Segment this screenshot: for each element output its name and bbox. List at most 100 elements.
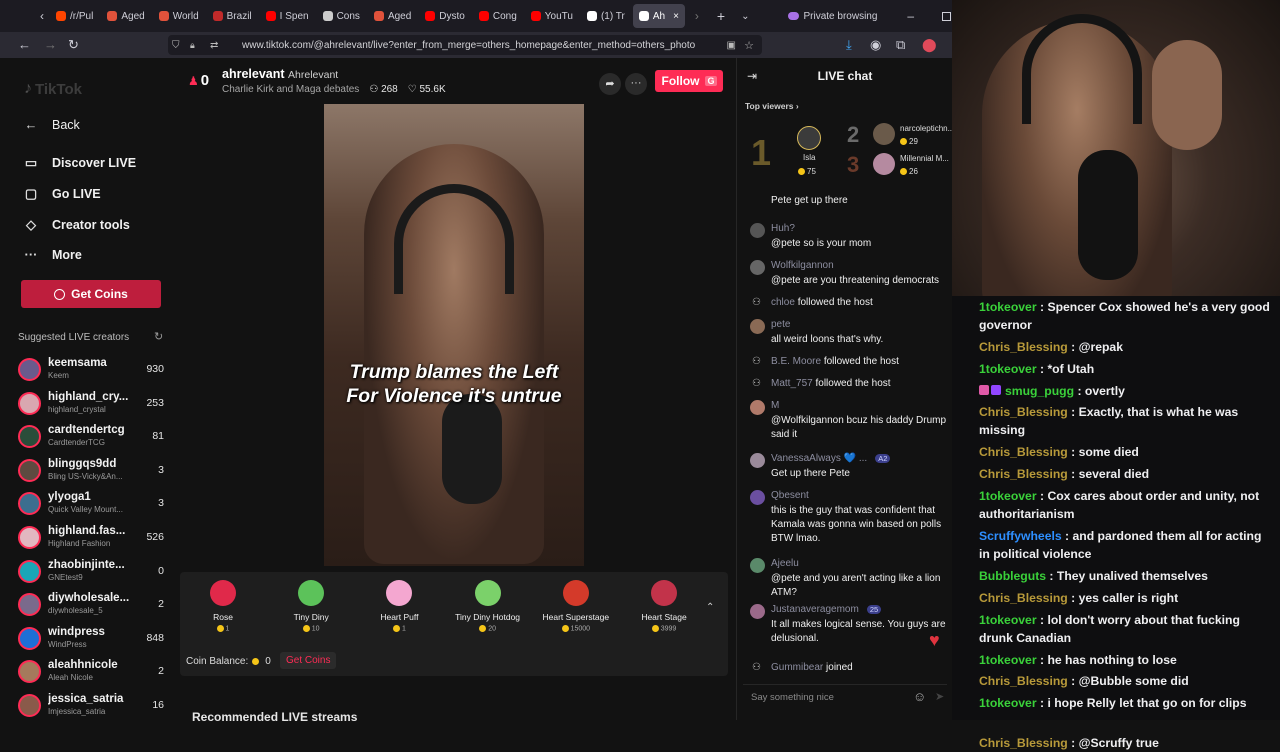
chat-username[interactable]: Matt_757 <box>771 378 813 389</box>
gift-item[interactable]: Heart Stage 3999 <box>624 580 704 632</box>
chat-username[interactable]: Huh? <box>771 223 795 234</box>
reload-icon[interactable]: ↻ <box>68 37 79 53</box>
browser-tab[interactable]: Aged <box>368 4 417 28</box>
browser-tab[interactable]: Ah × <box>632 4 685 28</box>
browser-tab[interactable]: Dysto <box>419 4 471 28</box>
top-viewer-1[interactable]: 1 Isla 75 <box>751 124 841 180</box>
browser-tab[interactable]: Cong <box>473 4 523 28</box>
permissions-icon[interactable]: ⇄ <box>210 40 218 51</box>
account-icon[interactable]: ◉ <box>870 37 881 53</box>
list-tabs-icon[interactable]: ⌄ <box>733 11 757 22</box>
browser-tab[interactable]: YouTu <box>525 4 579 28</box>
chat-username[interactable]: Ajeelu <box>771 558 799 569</box>
browser-tab[interactable]: World <box>153 4 205 28</box>
sidebar-item-label: Creator tools <box>52 218 130 232</box>
coin-icon <box>54 288 66 300</box>
chat-username[interactable]: chloe <box>771 297 795 308</box>
chat-username[interactable]: M <box>771 400 779 411</box>
gift-item[interactable]: Heart Superstage 15000 <box>536 580 616 632</box>
suggested-creator[interactable]: highland_cry... highland_crystal 253 <box>18 388 168 420</box>
gift-item[interactable]: Tiny Diny Hotdog 20 <box>448 580 528 632</box>
live-video[interactable]: Trump blames the Left For Violence it's … <box>324 104 584 566</box>
suggested-creator[interactable]: highland.fas... Highland Fashion 526 <box>18 522 168 554</box>
gift-icon <box>474 580 501 606</box>
reader-view-icon[interactable]: ▣ <box>727 40 736 51</box>
refresh-icon[interactable]: ↻ <box>154 330 163 343</box>
browser-tab[interactable]: Brazil <box>207 4 258 28</box>
send-icon[interactable]: ➤ <box>935 690 944 703</box>
url-text[interactable]: www.tiktok.com/@ahrelevant/live?enter_fr… <box>242 40 695 51</box>
tiktok-logo[interactable]: ♪ TikTok <box>24 80 82 98</box>
url-bar[interactable]: ⛉ 🔒︎ ⇄ www.tiktok.com/@ahrelevant/live?e… <box>168 35 762 55</box>
close-tab-icon[interactable]: × <box>673 11 679 22</box>
suggested-creator[interactable]: aleahhnicole Aleah Nicole 2 <box>18 656 168 688</box>
stream-chat-line: 1tokeover : i hope Relly let that go on … <box>979 696 1247 711</box>
follow-button[interactable]: Follow G <box>655 70 723 92</box>
get-coins-link[interactable]: Get Coins <box>280 652 337 669</box>
browser-tab[interactable]: Aged <box>101 4 150 28</box>
top-viewer-2[interactable]: 2 narcoleptichn... 29 <box>847 122 954 148</box>
chat-username[interactable]: VanessaAlways 💙 ... A2 <box>771 453 891 464</box>
suggested-creator[interactable]: cardtendertcg CardtenderTCG 81 <box>18 421 168 453</box>
chat-username[interactable]: B.E. Moore <box>771 356 821 367</box>
tiktok-sidebar: ♪ TikTok ← Back ▭ Discover LIVE ▢ Go LIV… <box>0 58 176 720</box>
top-viewer-3[interactable]: 3 Millennial M... 26 <box>847 152 953 178</box>
forward-arrow-icon[interactable]: → <box>44 37 57 52</box>
chat-username[interactable]: Justanaveragemom 25 <box>771 604 882 615</box>
back-arrow-icon[interactable]: ← <box>18 37 31 52</box>
suggested-creator[interactable]: blinggqs9dd Bling US-Vicky&An... 3 <box>18 455 168 487</box>
tab-scroll-right-icon[interactable]: › <box>685 9 709 23</box>
person-rank-icon: ♟ <box>188 73 199 88</box>
extension-badge-icon[interactable]: ⬤ <box>922 37 937 53</box>
chat-input[interactable]: Say something nice ☺ ➤ <box>743 684 947 710</box>
suggested-creator[interactable]: ylyoga1 Quick Valley Mount... 3 <box>18 488 168 520</box>
browser-tab[interactable]: /r/Pul <box>50 4 99 28</box>
stream-chat-username: Scruffywheels <box>979 529 1062 543</box>
gift-icon <box>210 580 236 606</box>
gift-item[interactable]: Rose 1 <box>183 580 263 632</box>
sidebar-item-go-live[interactable]: ▢ Go LIVE <box>24 186 101 202</box>
minimize-icon[interactable]: – <box>907 9 914 23</box>
chat-username[interactable]: Qbesent <box>771 490 809 501</box>
more-options-icon[interactable]: ··· <box>625 73 647 95</box>
sidebar-item-more[interactable]: ··· More <box>24 247 82 262</box>
browser-tab[interactable]: Cons <box>317 4 366 28</box>
get-coins-button[interactable]: Get Coins <box>21 280 161 308</box>
gift-item[interactable]: Tiny Diny 10 <box>271 580 351 632</box>
shield-icon[interactable]: ⛉ <box>172 40 180 51</box>
stream-chat-text: @Bubble some did <box>1078 674 1189 689</box>
stream-chat-username: smug_pugg <box>1005 383 1075 398</box>
tab-scroll-left-icon[interactable]: ‹ <box>0 9 50 23</box>
share-icon[interactable]: ➦ <box>599 73 621 95</box>
top-viewer-name: Isla <box>803 153 816 162</box>
sidebar-item-creator-tools[interactable]: ◇ Creator tools <box>24 217 130 233</box>
back-link[interactable]: ← Back <box>24 117 80 132</box>
download-icon[interactable]: ⤓ <box>846 37 852 53</box>
sidebar-item-discover-live[interactable]: ▭ Discover LIVE <box>24 155 136 171</box>
new-tab-icon[interactable]: + <box>709 8 733 24</box>
gift-price-value: 15000 <box>570 625 591 633</box>
top-viewers-label[interactable]: Top viewers › <box>745 101 799 111</box>
maximize-icon[interactable] <box>942 11 952 21</box>
browser-tab[interactable]: I Spen <box>260 4 315 28</box>
suggested-creator[interactable]: diywholesale... diywholesale_5 2 <box>18 589 168 621</box>
creator-avatar <box>18 593 41 617</box>
suggested-creator[interactable]: jessica_satria Imjessica_satria 16 <box>18 690 168 722</box>
heart-reaction-icon[interactable]: ♥ <box>929 630 940 651</box>
tab-title: (1) Tr <box>600 10 625 22</box>
chat-username[interactable]: Wolfkilgannon <box>771 260 834 271</box>
suggested-creator[interactable]: keemsama Keem 930 <box>18 354 168 386</box>
chat-username[interactable]: pete <box>771 319 790 330</box>
emoji-icon[interactable]: ☺ <box>913 689 926 704</box>
browser-tab[interactable]: (1) Tr <box>581 4 631 28</box>
chevron-up-icon[interactable]: ⌃ <box>706 602 714 613</box>
suggested-creator[interactable]: zhaobinjinte... GNEtest9 0 <box>18 556 168 588</box>
bookmark-star-icon[interactable]: ☆ <box>744 39 754 52</box>
stream-chat-username: 1tokeover <box>979 652 1037 667</box>
host-username[interactable]: ahrelevant Ahrelevant <box>222 67 338 81</box>
suggested-creator[interactable]: windpress WindPress 848 <box>18 623 168 655</box>
chat-username[interactable]: Gummibear <box>771 662 823 673</box>
extensions-icon[interactable]: ⧉ <box>896 37 905 53</box>
lock-icon[interactable]: 🔒︎ <box>190 40 195 51</box>
gift-item[interactable]: Heart Puff 1 <box>359 580 439 632</box>
